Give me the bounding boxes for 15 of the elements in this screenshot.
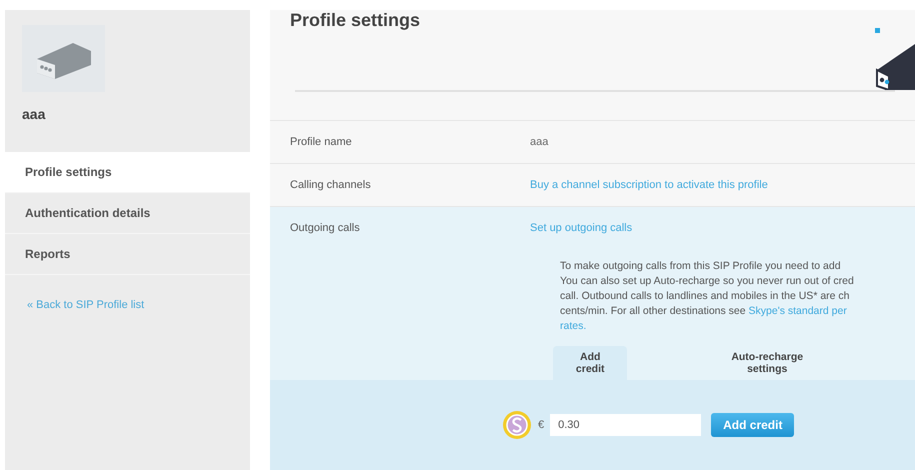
sidebar-item[interactable]: Profile settings [5,152,250,193]
row-label: Profile name [289,136,353,148]
currency-symbol: € [538,419,544,431]
tab[interactable]: Auto-recharge settings [699,346,835,380]
sidebar-item[interactable]: Authentication details [5,193,250,234]
profile-name: aaa [22,106,46,122]
row-label: Calling channels [289,179,372,191]
info-paragraph: To make outgoing calls from this SIP Profile you need to add You can also set up Auto-recharge so you never run out of cred call. Outbound calls to landlines and mobiles in the US* are ch cents/min. For all other destinations see Skype's standard per rates. [560,259,855,334]
sidebar-item[interactable]: Reports [5,234,250,275]
coin-icon [502,410,532,440]
row-label: Outgoing calls [289,222,361,234]
row-value: aaa [530,136,548,148]
page-title: Profile settings [290,10,420,31]
tab[interactable]: Add credit [553,346,628,380]
amount-field[interactable]: 0.30 [550,414,702,436]
